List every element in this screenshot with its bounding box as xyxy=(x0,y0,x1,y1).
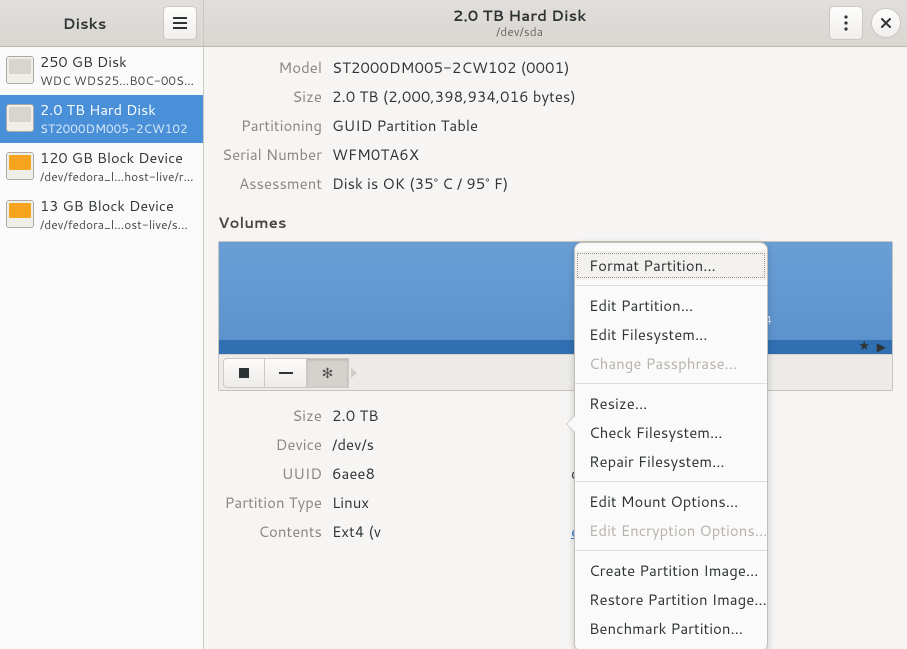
device-title: 120 GB Block Device xyxy=(40,147,197,168)
drive-icon xyxy=(6,56,34,84)
body: 250 GB DiskWDC WDS25…B0C-00S6U0 2.0 TB Ha… xyxy=(0,47,907,649)
disk-info-grid: Model ST2000DM005-2CW102 (0001) Size 2.0… xyxy=(218,57,893,194)
gear-icon xyxy=(322,362,334,383)
assessment-value: Disk is OK (35° C / 95° F) xyxy=(332,173,893,194)
menu-restore-partition-image[interactable]: Restore Partition Image… xyxy=(575,585,767,614)
model-value: ST2000DM005-2CW102 (0001) xyxy=(332,57,893,78)
device-text: 120 GB Block Device/dev/fedora_l…host-li… xyxy=(40,147,197,185)
device-subtitle: WDC WDS25…B0C-00S6U0 xyxy=(40,72,197,89)
menu-edit-mount-options[interactable]: Edit Mount Options… xyxy=(575,487,767,516)
menu-separator xyxy=(575,383,767,384)
main-pane: Model ST2000DM005-2CW102 (0001) Size 2.0… xyxy=(204,47,907,649)
headerbar-actions xyxy=(829,6,901,40)
device-text: 13 GB Block Device/dev/fedora_l…ost-live… xyxy=(40,195,197,233)
menu-separator xyxy=(575,550,767,551)
headerbar-right: 2.0 TB Hard Disk /dev/sda xyxy=(204,0,907,46)
play-icon: ▶ xyxy=(877,338,886,355)
app-menu-button[interactable] xyxy=(163,6,197,40)
serial-value: WFM0TA6X xyxy=(332,144,893,165)
delete-partition-button[interactable] xyxy=(265,358,307,388)
headerbar: Disks 2.0 TB Hard Disk /dev/sda xyxy=(0,0,907,47)
disks-window: Disks 2.0 TB Hard Disk /dev/sda xyxy=(0,0,907,649)
menu-edit-partition[interactable]: Edit Partition… xyxy=(575,291,767,320)
volume-options-button[interactable] xyxy=(307,358,349,388)
headerbar-title-box: 2.0 TB Hard Disk /dev/sda xyxy=(210,8,829,38)
device-row[interactable]: 13 GB Block Device/dev/fedora_l…ost-live… xyxy=(0,191,203,239)
disk-subtitle: /dev/sda xyxy=(210,25,829,38)
partitioning-label: Partitioning xyxy=(218,115,322,136)
menu-change-passphrase: Change Passphrase… xyxy=(575,349,767,378)
app-title: Disks xyxy=(6,13,163,34)
puuid-label: UUID xyxy=(218,463,322,484)
menu-resize[interactable]: Resize… xyxy=(575,389,767,418)
device-title: 250 GB Disk xyxy=(40,51,197,72)
psize-label: Size xyxy=(218,405,322,426)
volume-toolbar xyxy=(219,354,892,390)
volumes-heading: Volumes xyxy=(218,212,893,233)
device-subtitle: /dev/fedora_l…host-live/root xyxy=(40,168,197,185)
drive-menu-button[interactable] xyxy=(829,6,863,40)
menu-check-filesystem[interactable]: Check Filesystem… xyxy=(575,418,767,447)
menu-edit-filesystem[interactable]: Edit Filesystem… xyxy=(575,320,767,349)
volumes-panel: tem n 1 Ext4 ★ ▶ xyxy=(218,241,893,391)
device-sidebar[interactable]: 250 GB DiskWDC WDS25…B0C-00S6U0 2.0 TB Ha… xyxy=(0,47,204,649)
menu-repair-filesystem[interactable]: Repair Filesystem… xyxy=(575,447,767,476)
close-icon xyxy=(880,17,892,29)
ptype-label: Partition Type xyxy=(218,492,322,513)
close-button[interactable] xyxy=(871,8,901,38)
contents-text: Ext4 (v xyxy=(332,521,381,542)
volume-selection-band xyxy=(219,340,892,354)
drive-icon xyxy=(6,104,34,132)
star-icon: ★ xyxy=(858,337,870,355)
menu-create-partition-image[interactable]: Create Partition Image… xyxy=(575,556,767,585)
assessment-label: Assessment xyxy=(218,173,322,194)
uuid-left: 6aee8 xyxy=(332,463,375,484)
device-subtitle: /dev/fedora_l…ost-live/swap xyxy=(40,216,197,233)
drive-icon xyxy=(6,200,34,228)
partition-info-grid: Size 2.0 TB Device /dev/s UUID 6aee8dbf0… xyxy=(218,405,893,542)
size-label: Size xyxy=(218,86,322,107)
device-text: 250 GB DiskWDC WDS25…B0C-00S6U0 xyxy=(40,51,197,89)
stop-icon xyxy=(239,368,249,378)
kebab-icon xyxy=(844,15,848,31)
model-label: Model xyxy=(218,57,322,78)
unmount-button[interactable] xyxy=(223,358,265,388)
pcontents-label: Contents xyxy=(218,521,322,542)
menu-format-partition[interactable]: Format Partition… xyxy=(575,251,767,280)
menu-edit-encryption-options: Edit Encryption Options… xyxy=(575,516,767,545)
device-row[interactable]: 120 GB Block Device/dev/fedora_l…host-li… xyxy=(0,143,203,191)
drive-icon xyxy=(6,152,34,180)
device-row[interactable]: 250 GB DiskWDC WDS25…B0C-00S6U0 xyxy=(0,47,203,95)
menu-separator xyxy=(575,285,767,286)
serial-label: Serial Number xyxy=(218,144,322,165)
hamburger-icon xyxy=(172,16,188,30)
volume-map[interactable]: tem n 1 Ext4 ★ ▶ xyxy=(219,242,892,354)
device-title: 13 GB Block Device xyxy=(40,195,197,216)
partitioning-value: GUID Partition Table xyxy=(332,115,893,136)
menu-benchmark-partition[interactable]: Benchmark Partition… xyxy=(575,614,767,643)
size-value: 2.0 TB (2,000,398,934,016 bytes) xyxy=(332,86,893,107)
pdevice-label: Device xyxy=(218,434,322,455)
device-title: 2.0 TB Hard Disk xyxy=(40,99,188,120)
minus-icon xyxy=(279,371,293,375)
volume-options-menu: Format Partition… Edit Partition… Edit F… xyxy=(574,242,768,649)
device-row[interactable]: 2.0 TB Hard DiskST2000DM005-2CW102 xyxy=(0,95,203,143)
headerbar-left: Disks xyxy=(0,0,204,46)
popover-arrow-icon xyxy=(351,368,357,378)
device-subtitle: ST2000DM005-2CW102 xyxy=(40,120,188,137)
device-text: 2.0 TB Hard DiskST2000DM005-2CW102 xyxy=(40,99,188,137)
menu-separator xyxy=(575,481,767,482)
